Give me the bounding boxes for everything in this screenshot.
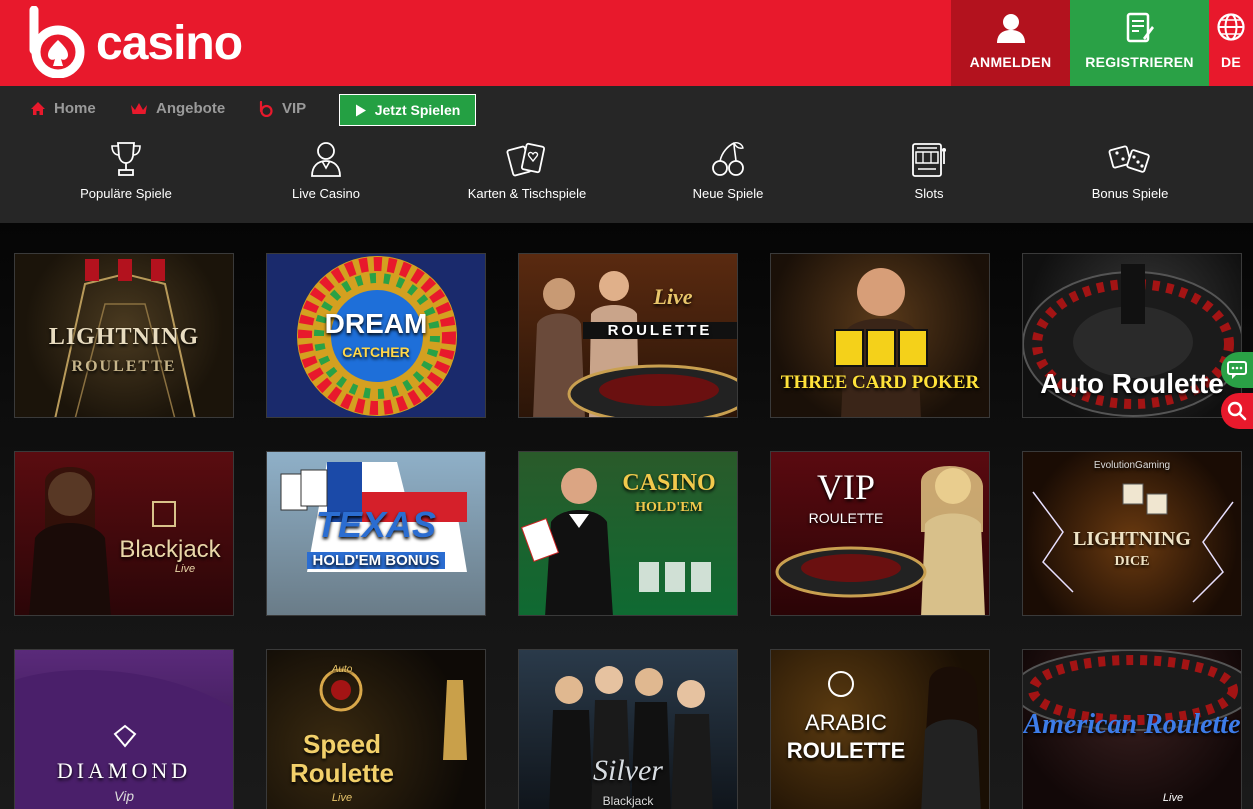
game-subtitle: DICE	[1114, 554, 1150, 569]
nav-home-link[interactable]: Home	[30, 100, 96, 117]
game-tile-vip-roulette[interactable]: VIP ROULETTE	[770, 451, 990, 616]
diamond-table-icon	[15, 670, 233, 809]
game-subtitle: Live	[331, 792, 353, 804]
language-label: DE	[1220, 54, 1242, 70]
cards-icon	[506, 142, 546, 177]
game-subtitle: Vip	[114, 788, 134, 804]
category-label: Karten & Tischspiele	[467, 186, 587, 201]
globe-icon	[1217, 13, 1245, 41]
game-title: LIGHTNING	[48, 324, 200, 350]
game-tile-dream-catcher[interactable]: DREAM CATCHER	[266, 253, 486, 418]
main-navigation: Home Angebote VIP Jetzt Spielen Populäre…	[0, 86, 1253, 223]
category-label: Live Casino	[292, 186, 360, 201]
nav-vip-link[interactable]: VIP	[258, 100, 306, 117]
game-brand: EvolutionGaming	[1093, 460, 1171, 471]
game-title: Live	[653, 284, 693, 309]
nav-vip-label: VIP	[282, 100, 307, 117]
game-tile-casino-holdem[interactable]: CASINO HOLD'EM	[518, 451, 738, 616]
dealer-icon	[29, 467, 176, 615]
game-tile-blackjack[interactable]: Blackjack Live	[14, 451, 234, 616]
cherries-icon	[712, 142, 744, 176]
dice-icon	[1108, 145, 1150, 173]
vip-b-icon	[259, 100, 273, 117]
game-subtitle: ROULETTE	[583, 322, 737, 339]
game-tile-arabic-roulette[interactable]: ARABIC ROULETTE	[770, 649, 990, 809]
category-label: Bonus Spiele	[1091, 186, 1169, 201]
game-subtitle: ROULETTE	[786, 738, 906, 763]
game-tile-silver-blackjack[interactable]: Silver Blackjack	[518, 649, 738, 809]
play-now-label: Jetzt Spielen	[374, 102, 461, 118]
play-now-button[interactable]: Jetzt Spielen	[339, 94, 476, 126]
nav-home-label: Home	[54, 100, 96, 117]
game-title: DIAMOND	[56, 758, 192, 783]
game-tile-lightning-dice[interactable]: EvolutionGaming LIGHTNING DICE	[1022, 451, 1242, 616]
game-subtitle: HOLD'EM BONUS	[307, 552, 445, 569]
game-tile-diamond-vip[interactable]: DIAMOND Vip	[14, 649, 234, 809]
trophy-icon	[111, 142, 141, 176]
game-tile-live-roulette[interactable]: Live ROULETTE	[518, 253, 738, 418]
game-tile-speed-roulette[interactable]: Auto Speed Roulette Live	[266, 649, 486, 809]
home-icon	[31, 102, 45, 115]
logo-text: casino	[96, 17, 243, 70]
bcasino-logo[interactable]: casino	[26, 6, 246, 78]
game-subtitle: ROULETTE	[71, 358, 177, 375]
login-label: ANMELDEN	[969, 54, 1052, 70]
game-subtitle: Blackjack	[602, 794, 654, 808]
game-tile-american-roulette[interactable]: American Roulette Live	[1022, 649, 1242, 809]
game-tile-auto-roulette[interactable]: Auto Roulette	[1022, 253, 1242, 418]
register-form-icon	[1126, 12, 1154, 43]
game-title: American Roulette	[1023, 709, 1241, 740]
game-title: TEXAS	[315, 504, 437, 545]
top-header: casino ANMELDEN REGISTRIEREN DE	[0, 0, 1253, 86]
game-title: DREAM	[324, 308, 428, 339]
game-subtitle: CATCHER	[342, 344, 410, 360]
search-button[interactable]	[1221, 393, 1253, 429]
game-title: CASINO	[622, 470, 716, 496]
logo-b-icon	[29, 6, 85, 78]
game-subtitle: Live	[174, 563, 196, 575]
category-label: Neue Spiele	[692, 186, 764, 201]
live-chat-button[interactable]	[1221, 352, 1253, 388]
category-slots[interactable]: Slots	[839, 140, 1019, 201]
register-button[interactable]: REGISTRIEREN	[1070, 0, 1209, 86]
dealer-icon	[311, 142, 341, 177]
game-tile-three-card-poker[interactable]: THREE CARD POKER	[770, 253, 990, 418]
game-title: VIP	[816, 467, 875, 507]
category-live-casino[interactable]: Live Casino	[236, 140, 416, 201]
nav-offers-label: Angebote	[156, 100, 226, 117]
nav-offers-link[interactable]: Angebote	[130, 100, 225, 117]
user-icon	[996, 14, 1025, 43]
game-title: Speed Roulette	[290, 729, 394, 788]
language-selector[interactable]: DE	[1209, 0, 1253, 86]
game-title: Blackjack	[119, 536, 221, 563]
game-title: ARABIC	[805, 710, 887, 735]
game-title: THREE CARD POKER	[780, 372, 980, 393]
game-tile-lightning-roulette[interactable]: LIGHTNING ROULETTE	[14, 253, 234, 418]
search-icon	[1227, 401, 1247, 421]
login-button[interactable]: ANMELDEN	[951, 0, 1070, 86]
category-label: Slots	[914, 186, 944, 201]
category-new-games[interactable]: Neue Spiele	[638, 140, 818, 201]
crown-icon	[131, 102, 147, 114]
register-label: REGISTRIEREN	[1085, 54, 1194, 70]
game-tile-texas-holdem[interactable]: TEXAS HOLD'EM BONUS	[266, 451, 486, 616]
game-title: LIGHTNING	[1073, 528, 1191, 550]
game-top-label: Auto	[331, 664, 353, 675]
slot-machine-icon	[912, 143, 946, 177]
play-icon	[355, 104, 366, 116]
chat-icon	[1227, 361, 1247, 379]
category-bonus-games[interactable]: Bonus Spiele	[1040, 140, 1220, 201]
category-popular-games[interactable]: Populäre Spiele	[36, 140, 216, 201]
game-title: Auto Roulette	[1040, 368, 1224, 399]
game-subtitle: HOLD'EM	[635, 500, 703, 515]
game-title: Silver	[593, 754, 663, 787]
category-cards-table[interactable]: Karten & Tischspiele	[437, 140, 617, 201]
game-subtitle: ROULETTE	[808, 510, 884, 526]
category-label: Populäre Spiele	[80, 186, 172, 201]
game-subtitle: Live	[1162, 792, 1184, 804]
